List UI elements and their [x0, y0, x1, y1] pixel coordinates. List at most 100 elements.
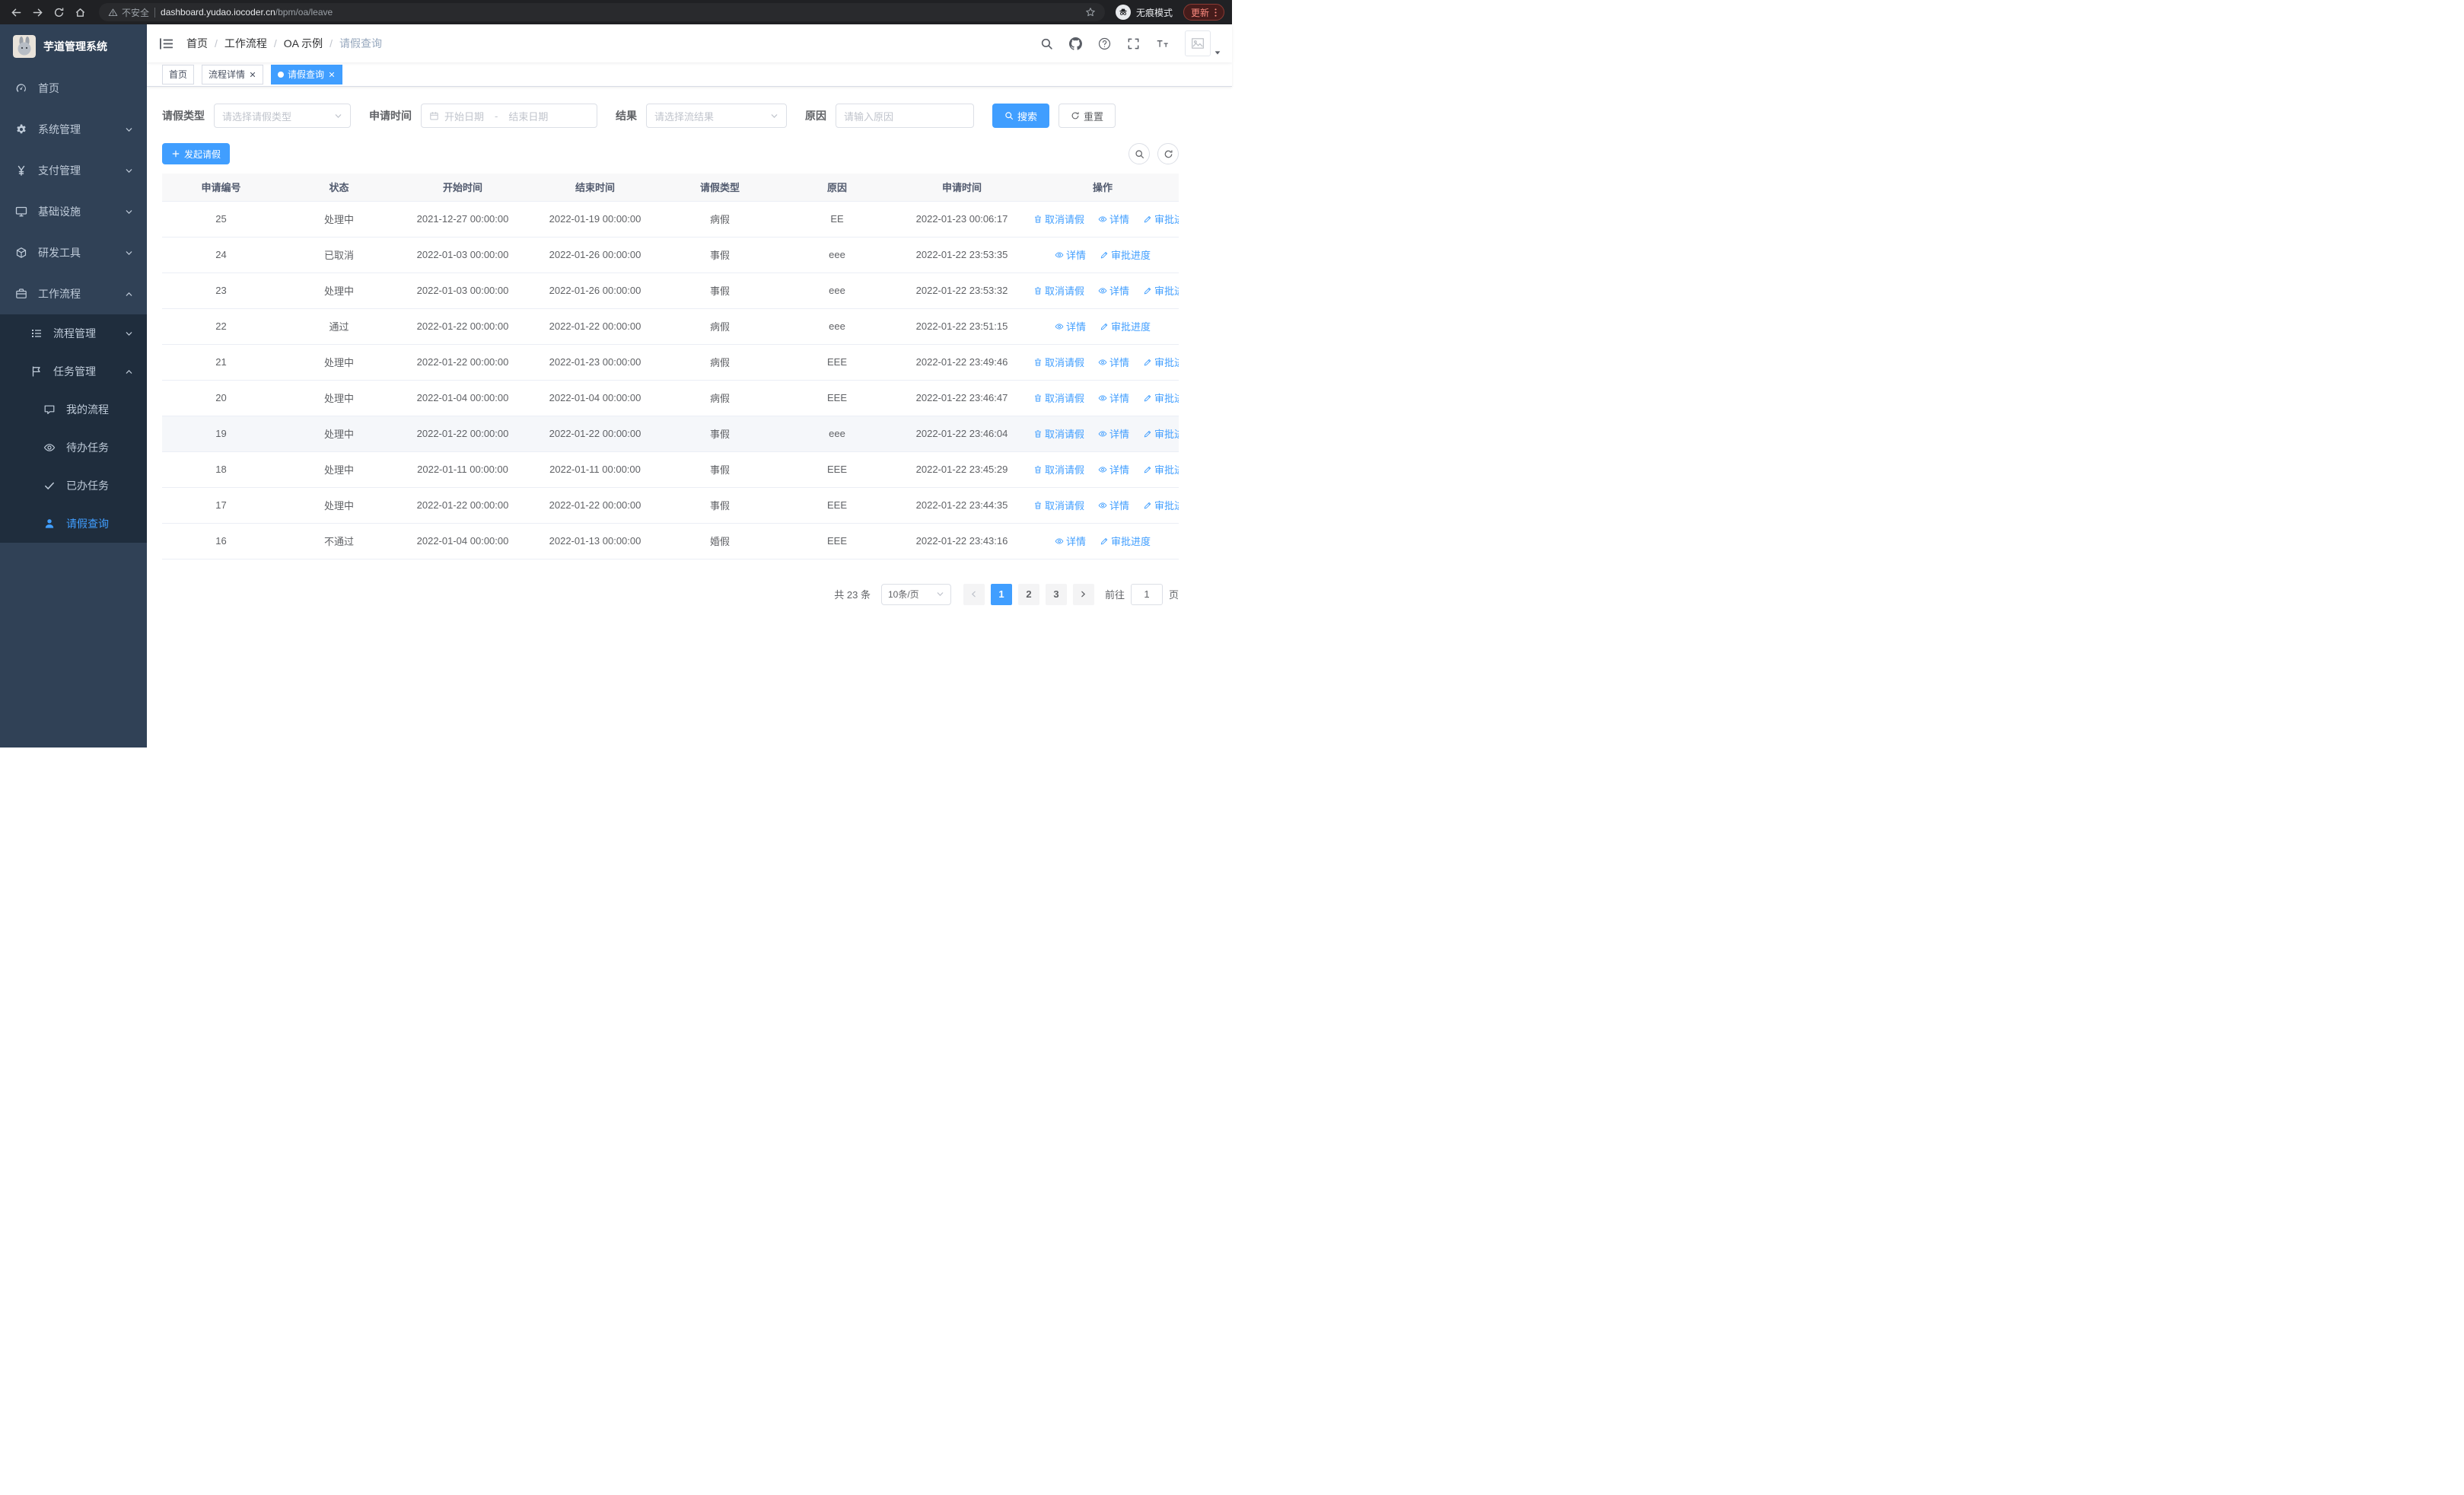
detail-link[interactable]: 详情 [1098, 426, 1129, 441]
approval-progress-link[interactable]: 审批进度 [1143, 462, 1179, 477]
approval-progress-link[interactable]: 审批进度 [1143, 212, 1179, 226]
cancel-leave-link[interactable]: 取消请假 [1033, 462, 1084, 477]
page-button-1[interactable]: 1 [990, 583, 1012, 605]
action-label: 取消请假 [1045, 285, 1085, 297]
reset-button[interactable]: 重置 [1059, 104, 1116, 128]
approval-progress-link[interactable]: 审批进度 [1100, 319, 1151, 333]
action-label: 详情 [1065, 321, 1086, 333]
user-avatar[interactable] [1185, 30, 1221, 56]
chevron-down-icon [125, 126, 133, 134]
fullscreen-icon[interactable] [1127, 37, 1140, 50]
column-header: 状态 [280, 174, 398, 202]
breadcrumb-separator: / [273, 37, 277, 49]
sidebar-item-todo-tasks[interactable]: 待办任务 [0, 429, 147, 467]
cell-apply_time: 2022-01-22 23:45:29 [897, 451, 1027, 488]
sidebar-item-payment-mgmt[interactable]: 支付管理 [0, 150, 147, 191]
cell-apply_time: 2022-01-22 23:53:32 [897, 273, 1027, 309]
close-icon[interactable] [328, 71, 336, 78]
sidebar-item-dev-tools[interactable]: 研发工具 [0, 232, 147, 273]
url-text: dashboard.yudao.iocoder.cn/bpm/oa/leave [161, 7, 333, 18]
cell-status: 处理中 [280, 201, 398, 237]
search-button[interactable]: 搜索 [992, 104, 1050, 128]
sidebar-item-infrastructure[interactable]: 基础设施 [0, 191, 147, 232]
trash-icon [1033, 286, 1043, 295]
goto-page-input[interactable] [1130, 583, 1163, 605]
sidebar-item-label: 请假查询 [66, 518, 109, 530]
sidebar-item-workflow[interactable]: 工作流程 [0, 273, 147, 314]
sidebar-item-home[interactable]: 首页 [0, 68, 147, 109]
help-icon[interactable] [1098, 37, 1111, 50]
font-size-icon[interactable] [1156, 37, 1169, 50]
action-label: 取消请假 [1045, 393, 1085, 404]
address-bar[interactable]: 不安全 dashboard.yudao.iocoder.cn/bpm/oa/le… [99, 3, 1105, 21]
sidebar-item-done-tasks[interactable]: 已办任务 [0, 467, 147, 505]
browser-menu-dots-icon[interactable] [1214, 8, 1217, 18]
breadcrumb-item[interactable]: 工作流程 [224, 36, 267, 51]
sidebar-collapse-icon[interactable] [159, 37, 173, 50]
approval-progress-link[interactable]: 审批进度 [1143, 283, 1179, 298]
close-icon[interactable] [249, 71, 256, 78]
cancel-leave-link[interactable]: 取消请假 [1033, 498, 1084, 512]
page-size-select[interactable]: 10条/页 [880, 583, 951, 605]
search-icon[interactable] [1040, 37, 1053, 50]
page-button-2[interactable]: 2 [1017, 583, 1039, 605]
approval-progress-link[interactable]: 审批进度 [1100, 534, 1151, 548]
page-button-3[interactable]: 3 [1045, 583, 1067, 605]
security-chip[interactable]: 不安全 [108, 6, 149, 19]
approval-progress-link[interactable]: 审批进度 [1143, 355, 1179, 369]
sidebar-item-system-mgmt[interactable]: 系统管理 [0, 109, 147, 150]
approval-progress-link[interactable]: 审批进度 [1143, 390, 1179, 405]
tab-leave-query[interactable]: 请假查询 [271, 64, 343, 84]
detail-link[interactable]: 详情 [1098, 390, 1129, 405]
cancel-leave-link[interactable]: 取消请假 [1033, 355, 1084, 369]
sidebar-item-my-process[interactable]: 我的流程 [0, 390, 147, 429]
cancel-leave-link[interactable]: 取消请假 [1033, 283, 1084, 298]
cell-start: 2022-01-22 00:00:00 [398, 344, 527, 381]
detail-link[interactable]: 详情 [1098, 498, 1129, 512]
next-page-button[interactable] [1072, 583, 1094, 605]
cancel-leave-link[interactable]: 取消请假 [1033, 390, 1084, 405]
update-button[interactable]: 更新 [1183, 4, 1224, 21]
approval-progress-link[interactable]: 审批进度 [1143, 426, 1179, 441]
forward-icon[interactable] [29, 4, 46, 21]
sidebar-item-task-mgmt[interactable]: 任务管理 [0, 352, 147, 390]
tab-home[interactable]: 首页 [162, 64, 195, 84]
cancel-leave-link[interactable]: 取消请假 [1033, 212, 1084, 226]
tab-process-detail[interactable]: 流程详情 [202, 64, 264, 84]
action-label: 审批进度 [1111, 250, 1151, 261]
detail-link[interactable]: 详情 [1098, 212, 1129, 226]
leave-type-select[interactable]: 请选择请假类型 [214, 104, 351, 128]
reason-input[interactable]: 请输入原因 [836, 104, 974, 128]
create-leave-button[interactable]: 发起请假 [162, 143, 231, 164]
home-icon[interactable] [72, 4, 88, 21]
cell-actions: 取消请假 详情 审批进度 [1027, 201, 1179, 237]
prev-page-button[interactable] [963, 583, 985, 605]
detail-link[interactable]: 详情 [1055, 247, 1086, 262]
detail-link[interactable]: 详情 [1098, 462, 1129, 477]
sidebar-item-label: 我的流程 [66, 403, 109, 416]
approval-progress-link[interactable]: 审批进度 [1100, 247, 1151, 262]
breadcrumb-item[interactable]: OA 示例 [284, 36, 323, 51]
reload-icon[interactable] [50, 4, 67, 21]
navbar-actions [1040, 30, 1221, 56]
refresh-table-button[interactable] [1157, 143, 1179, 164]
breadcrumb-item[interactable]: 首页 [186, 36, 208, 51]
sidebar-item-leave-query[interactable]: 请假查询 [0, 505, 147, 543]
cell-id: 18 [162, 451, 280, 488]
toggle-search-button[interactable] [1129, 143, 1150, 164]
apply-time-range-picker[interactable]: 开始日期 - 结束日期 [421, 104, 597, 128]
app-logo[interactable]: 芋道管理系统 [0, 24, 147, 68]
eye-icon [1055, 250, 1064, 260]
detail-link[interactable]: 详情 [1098, 283, 1129, 298]
bookmark-star-icon[interactable] [1085, 7, 1096, 18]
detail-link[interactable]: 详情 [1098, 355, 1129, 369]
github-icon[interactable] [1069, 37, 1082, 50]
cancel-leave-link[interactable]: 取消请假 [1033, 426, 1084, 441]
detail-link[interactable]: 详情 [1055, 319, 1086, 333]
detail-link[interactable]: 详情 [1055, 534, 1086, 548]
approval-progress-link[interactable]: 审批进度 [1143, 498, 1179, 512]
back-icon[interactable] [8, 4, 24, 21]
result-select[interactable]: 请选择流结果 [646, 104, 787, 128]
sidebar-item-process-mgmt[interactable]: 流程管理 [0, 314, 147, 352]
cell-end: 2022-01-26 00:00:00 [527, 273, 663, 309]
